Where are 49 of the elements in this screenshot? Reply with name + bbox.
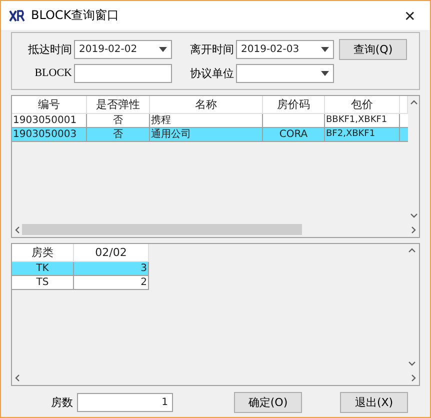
dropdown-field[interactable]: 2019-02-03 <box>236 40 334 58</box>
dropdown-caret-icon[interactable] <box>321 70 329 76</box>
dropdown-caret-icon[interactable] <box>321 46 329 52</box>
table-cell: BF2,XBKF1 <box>325 128 400 142</box>
column-header[interactable]: 房类 <box>12 244 74 262</box>
table-cell: BBKF1,XBKF1 <box>325 114 400 128</box>
scroll-down-icon[interactable] <box>410 213 418 219</box>
dropdown-caret-icon[interactable] <box>159 46 167 52</box>
table-cell: 3 <box>74 262 149 276</box>
close-button[interactable]: ✕ <box>398 8 422 24</box>
table-cell: 1903050003 <box>12 128 87 142</box>
table-cell: 否 <box>87 128 150 142</box>
column-header[interactable]: 是否弹性 <box>87 96 150 114</box>
table-cell: TK <box>12 262 74 276</box>
scroll-up-icon[interactable] <box>410 99 418 105</box>
scroll-down-icon[interactable] <box>408 361 416 367</box>
column-header[interactable]: 房价码 <box>263 96 325 114</box>
table-cell: 1903050001 <box>12 114 87 128</box>
scroll-left-icon[interactable] <box>14 226 20 234</box>
field-label: 协议单位 <box>189 66 234 80</box>
scroll-right-icon[interactable] <box>411 226 417 234</box>
scroll-right-icon[interactable] <box>411 374 417 382</box>
query-button[interactable]: 查询(Q) <box>339 38 407 60</box>
scrollbar-thumb[interactable] <box>22 224 302 235</box>
column-header[interactable]: 02/02 <box>74 244 149 262</box>
input-field[interactable] <box>74 64 172 82</box>
exit-button[interactable]: 退出(X) <box>340 392 408 412</box>
table-cell <box>263 114 325 128</box>
field-label: 离开时间 <box>189 42 234 56</box>
dropdown-field[interactable] <box>236 64 334 82</box>
table-cell: TS <box>12 276 74 290</box>
input-field[interactable]: 1 <box>77 392 173 412</box>
column-header[interactable]: 名称 <box>150 96 263 114</box>
column-header[interactable]: 包价 <box>325 96 400 114</box>
field-label: BLOCK <box>34 67 72 79</box>
field-label: 抵达时间 <box>27 42 72 56</box>
confirm-button[interactable]: 确定(O) <box>234 392 302 412</box>
scroll-up-icon[interactable] <box>408 247 416 253</box>
scroll-left-icon[interactable] <box>14 374 20 382</box>
column-header[interactable]: 编号 <box>12 96 87 114</box>
dropdown-field[interactable]: 2019-02-02 <box>74 40 172 58</box>
table-cell: 携程 <box>150 114 263 128</box>
table-cell: 2 <box>74 276 149 290</box>
window-title: BLOCK查询窗口 <box>31 7 120 24</box>
app-logo-icon <box>9 10 25 22</box>
table-cell: 否 <box>87 114 150 128</box>
field-label: 房数 <box>51 396 73 410</box>
table-cell: CORA <box>263 128 325 142</box>
table-cell: 通用公司 <box>150 128 263 142</box>
